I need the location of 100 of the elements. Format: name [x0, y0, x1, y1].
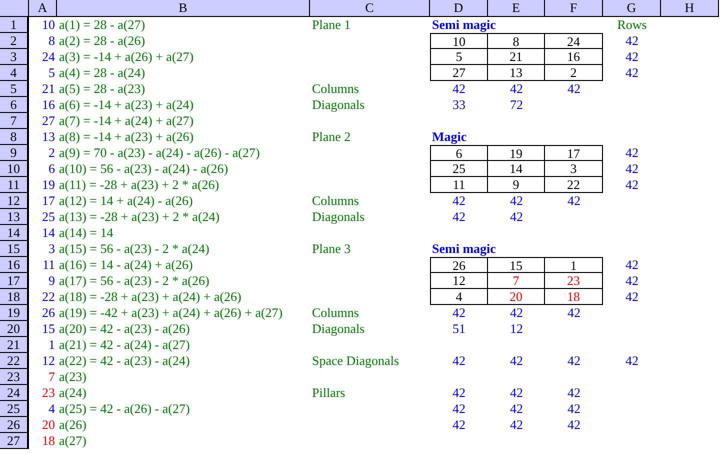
table-cell-text: 10: [41, 17, 56, 33]
table-cell-text: a(24): [58, 385, 88, 401]
table-cell-text: 42: [509, 81, 524, 97]
row-header[interactable]: 9: [0, 145, 29, 161]
row-header[interactable]: 27: [0, 433, 29, 449]
table-cell: 1: [545, 257, 603, 273]
table-cell-text: Columns: [311, 305, 360, 321]
table-cell-text: 42: [624, 353, 640, 369]
table-cell-text: 42: [624, 257, 640, 273]
table-cell-text: 42: [509, 209, 524, 225]
table-cell-text: 42: [509, 385, 524, 401]
table-cell-text: 42: [509, 417, 524, 433]
table-cell-text: 33: [452, 97, 466, 113]
table-cell: 18: [545, 289, 603, 305]
table-cell-text: a(26): [58, 417, 88, 433]
row-header[interactable]: 23: [0, 369, 29, 385]
table-cell: 27: [430, 65, 488, 81]
table-cell: 2: [545, 65, 603, 81]
table-cell-text: 42: [452, 209, 466, 225]
table-cell-text: 42: [624, 65, 640, 81]
row-header[interactable]: 20: [0, 321, 29, 337]
square-title: Semi magic: [432, 17, 496, 32]
table-cell-text: a(11) = -28 + a(23) + 2 * a(26): [58, 177, 220, 193]
table-cell: 10: [430, 33, 488, 49]
table-cell-text: 42: [452, 305, 466, 321]
row-header[interactable]: 4: [0, 65, 29, 81]
table-cell: 26: [430, 257, 488, 273]
table-cell-text: 42: [566, 401, 582, 417]
table-cell-text: 2: [48, 145, 56, 161]
row-header[interactable]: 13: [0, 209, 29, 225]
row-header[interactable]: 17: [0, 273, 29, 289]
table-cell-text: 42: [624, 161, 640, 177]
table-cell-text: 42: [624, 145, 640, 161]
row-header[interactable]: 15: [0, 241, 29, 257]
table-cell-text: 42: [566, 417, 582, 433]
table-cell-text: a(4) = 28 - a(24): [58, 65, 146, 81]
column-header[interactable]: A: [29, 0, 57, 17]
row-header[interactable]: 6: [0, 97, 29, 113]
row-header[interactable]: 21: [0, 337, 29, 353]
column-header[interactable]: G: [603, 0, 661, 17]
table-cell-text: 8: [48, 33, 56, 49]
row-header[interactable]: 2: [0, 33, 29, 49]
table-cell-text: a(22) = 42 - a(23) - a(24): [58, 353, 191, 369]
table-cell-text: 4: [48, 401, 56, 417]
column-header[interactable]: B: [57, 0, 310, 17]
row-header[interactable]: 5: [0, 81, 29, 97]
table-cell: 20: [488, 289, 545, 305]
table-cell-text: Plane 2: [311, 129, 352, 145]
table-cell-text: Plane 1: [311, 17, 352, 33]
table-cell-text: a(7) = -14 + a(24) + a(27): [58, 113, 195, 129]
column-header[interactable]: H: [661, 0, 719, 17]
table-cell-text: 19: [41, 177, 56, 193]
table-cell: 3: [545, 161, 603, 177]
table-cell-text: 42: [566, 385, 582, 401]
table-cell-text: 72: [509, 97, 524, 113]
row-header[interactable]: 3: [0, 49, 29, 65]
table-cell-text: a(3) = -14 + a(26) + a(27): [58, 49, 195, 65]
row-header[interactable]: 7: [0, 113, 29, 129]
table-cell-text: Rows: [616, 17, 648, 33]
column-header[interactable]: E: [488, 0, 545, 17]
table-cell: 23: [545, 273, 603, 289]
row-header[interactable]: 8: [0, 129, 29, 145]
table-cell: 14: [488, 161, 545, 177]
table-cell-text: 17: [41, 193, 56, 209]
table-cell-text: 9: [48, 273, 56, 289]
row-header[interactable]: 16: [0, 257, 29, 273]
row-header[interactable]: 11: [0, 177, 29, 193]
row-header[interactable]: 10: [0, 161, 29, 177]
row-header[interactable]: 26: [0, 417, 29, 433]
table-cell-text: 20: [41, 417, 56, 433]
table-cell: 12: [430, 273, 488, 289]
table-cell-text: a(13) = -28 + a(23) + 2 * a(24): [58, 209, 221, 225]
table-cell-text: a(25) = 42 - a(26) - a(27): [58, 401, 191, 417]
table-cell: 5: [430, 49, 488, 65]
table-cell-text: 42: [624, 33, 640, 49]
table-cell: 9: [488, 177, 545, 193]
column-header[interactable]: F: [545, 0, 603, 17]
table-cell-text: Columns: [311, 193, 360, 209]
table-cell-text: 6: [48, 161, 56, 177]
table-cell: 13: [488, 65, 545, 81]
row-header[interactable]: 12: [0, 193, 29, 209]
table-cell-text: 7: [48, 369, 56, 385]
table-cell-text: 13: [41, 129, 56, 145]
table-cell-text: 42: [452, 353, 466, 369]
table-cell-text: 42: [624, 273, 640, 289]
row-header[interactable]: 25: [0, 401, 29, 417]
row-header[interactable]: 14: [0, 225, 29, 241]
table-cell-text: 5: [48, 65, 56, 81]
row-header[interactable]: 22: [0, 353, 29, 369]
row-header[interactable]: 1: [0, 17, 29, 33]
column-header[interactable]: D: [430, 0, 488, 17]
table-cell-text: 3: [48, 241, 56, 257]
select-all-corner[interactable]: [0, 0, 29, 17]
table-cell-text: 42: [509, 193, 524, 209]
row-header[interactable]: 24: [0, 385, 29, 401]
column-header[interactable]: C: [310, 0, 430, 17]
table-cell-text: 42: [566, 353, 582, 369]
row-header[interactable]: 19: [0, 305, 29, 321]
square-title: Semi magic: [432, 241, 496, 256]
row-header[interactable]: 18: [0, 289, 29, 305]
